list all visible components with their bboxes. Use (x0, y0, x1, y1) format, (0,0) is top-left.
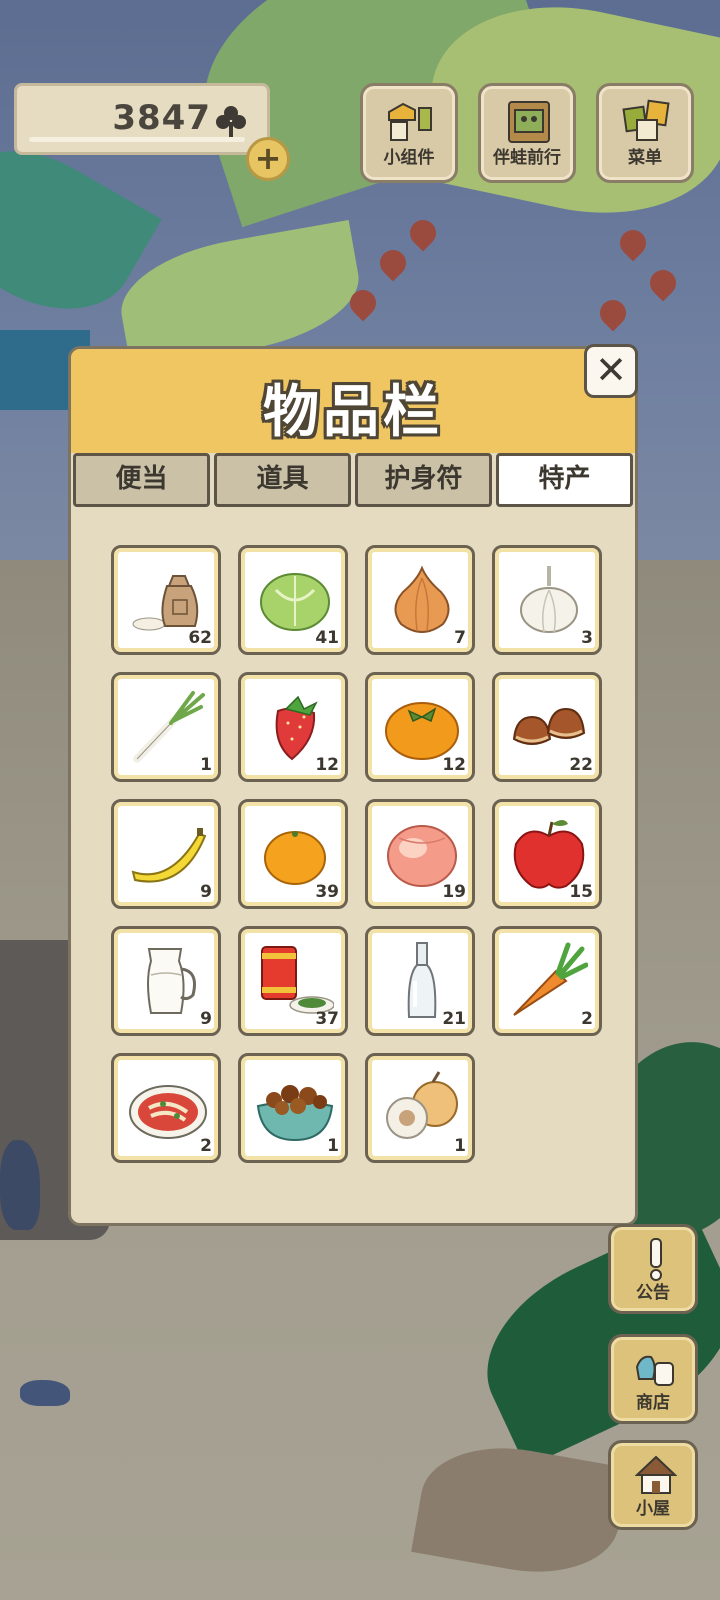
inventory-tabs: 便当 道具 护身符 特产 (71, 453, 635, 507)
item-quantity: 62 (188, 628, 212, 648)
item-quantity: 22 (569, 755, 593, 775)
shop-label: 商店 (636, 1393, 670, 1413)
close-button[interactable]: ✕ (584, 344, 638, 398)
item-quantity: 9 (200, 882, 212, 902)
item-quantity: 21 (442, 1009, 466, 1029)
house-label: 小屋 (636, 1499, 670, 1519)
inventory-panel: 物品栏 便当 道具 护身符 特产 62 41 7 3 1 12 12 22 9 … (68, 346, 638, 1226)
frog-companion-icon (508, 101, 550, 143)
house-icon (635, 1455, 677, 1494)
item-slot-milk[interactable]: 9 (111, 926, 221, 1036)
item-slot-longan[interactable]: 1 (365, 1053, 475, 1163)
item-quantity: 3 (581, 628, 593, 648)
peach-icon (387, 825, 457, 887)
panel-title: 物品栏 (263, 380, 443, 445)
item-slot-apple[interactable]: 15 (492, 799, 602, 909)
item-slot-green-onion[interactable]: 1 (111, 672, 221, 782)
item-slot-noodle-plate[interactable]: 2 (111, 1053, 221, 1163)
item-quantity: 1 (200, 755, 212, 775)
clover-counter: 3847 (14, 83, 270, 155)
item-slot-onion[interactable]: 7 (365, 545, 475, 655)
widget-button[interactable]: 小组件 (360, 83, 458, 183)
item-slot-strawberry[interactable]: 12 (238, 672, 348, 782)
braised-dish-icon (256, 1085, 334, 1142)
rock (20, 1380, 70, 1406)
item-quantity: 1 (327, 1136, 339, 1156)
item-quantity: 39 (315, 882, 339, 902)
item-slot-rice[interactable]: 62 (111, 545, 221, 655)
glass-bottle-icon (407, 942, 437, 1018)
noodle-plate-icon (129, 1085, 207, 1139)
apple-icon (513, 820, 585, 889)
item-quantity: 2 (581, 1009, 593, 1029)
item-slot-banana[interactable]: 9 (111, 799, 221, 909)
menu-button[interactable]: 菜单 (596, 83, 694, 183)
item-quantity: 12 (315, 755, 339, 775)
notice-label: 公告 (636, 1283, 670, 1303)
item-quantity: 12 (442, 755, 466, 775)
shop-button[interactable]: 商店 (608, 1334, 698, 1424)
widget-icon (388, 102, 432, 141)
menu-label: 菜单 (628, 148, 662, 168)
item-slot-cabbage[interactable]: 41 (238, 545, 348, 655)
clover-count: 3847 (112, 98, 211, 138)
tea-can-icon (261, 946, 334, 1014)
tab-tools[interactable]: 道具 (214, 453, 351, 507)
notice-button[interactable]: 公告 (608, 1224, 698, 1314)
clover-icon (216, 106, 246, 137)
item-slot-persimmon[interactable]: 12 (365, 672, 475, 782)
shop-icon (635, 1355, 674, 1386)
item-slot-tea[interactable]: 37 (238, 926, 348, 1036)
garlic-icon (520, 566, 578, 633)
green-onion-icon (133, 691, 205, 763)
item-quantity: 15 (569, 882, 593, 902)
panel-header: 物品栏 (71, 349, 635, 453)
carrot-icon (513, 942, 588, 1016)
frog-companion-label: 伴蛙前行 (493, 148, 561, 168)
item-slot-chestnut[interactable]: 22 (492, 672, 602, 782)
rock (0, 1140, 40, 1230)
banana-icon (131, 828, 207, 883)
onion-icon (394, 565, 450, 633)
clover-bar (29, 137, 245, 142)
orange-icon (264, 831, 326, 885)
item-quantity: 37 (315, 1009, 339, 1029)
strawberry-icon (275, 695, 318, 761)
item-quantity: 19 (442, 882, 466, 902)
tab-bento[interactable]: 便当 (73, 453, 210, 507)
item-slot-bottle[interactable]: 21 (365, 926, 475, 1036)
milk-jug-icon (147, 948, 196, 1014)
tab-specialties[interactable]: 特产 (496, 453, 633, 507)
cabbage-icon (260, 573, 330, 631)
widget-label: 小组件 (383, 148, 435, 168)
menu-icon (622, 99, 670, 141)
add-clover-button[interactable]: + (246, 137, 290, 181)
chestnut-icon (512, 707, 586, 745)
rice-bag-icon (132, 575, 199, 631)
item-slot-carrot[interactable]: 2 (492, 926, 602, 1036)
item-quantity: 41 (315, 628, 339, 648)
longan-icon (386, 1071, 458, 1139)
tab-charms[interactable]: 护身符 (355, 453, 492, 507)
persimmon-icon (385, 702, 459, 760)
item-quantity: 9 (200, 1009, 212, 1029)
notice-icon (650, 1238, 662, 1281)
frog-companion-button[interactable]: 伴蛙前行 (478, 83, 576, 183)
item-quantity: 2 (200, 1136, 212, 1156)
item-grid: 62 41 7 3 1 12 12 22 9 39 19 15 9 37 21 … (111, 545, 611, 1163)
item-slot-braised-dish[interactable]: 1 (238, 1053, 348, 1163)
item-slot-garlic[interactable]: 3 (492, 545, 602, 655)
item-slot-orange[interactable]: 39 (238, 799, 348, 909)
item-quantity: 7 (454, 628, 466, 648)
house-button[interactable]: 小屋 (608, 1440, 698, 1530)
item-slot-peach[interactable]: 19 (365, 799, 475, 909)
item-quantity: 1 (454, 1136, 466, 1156)
